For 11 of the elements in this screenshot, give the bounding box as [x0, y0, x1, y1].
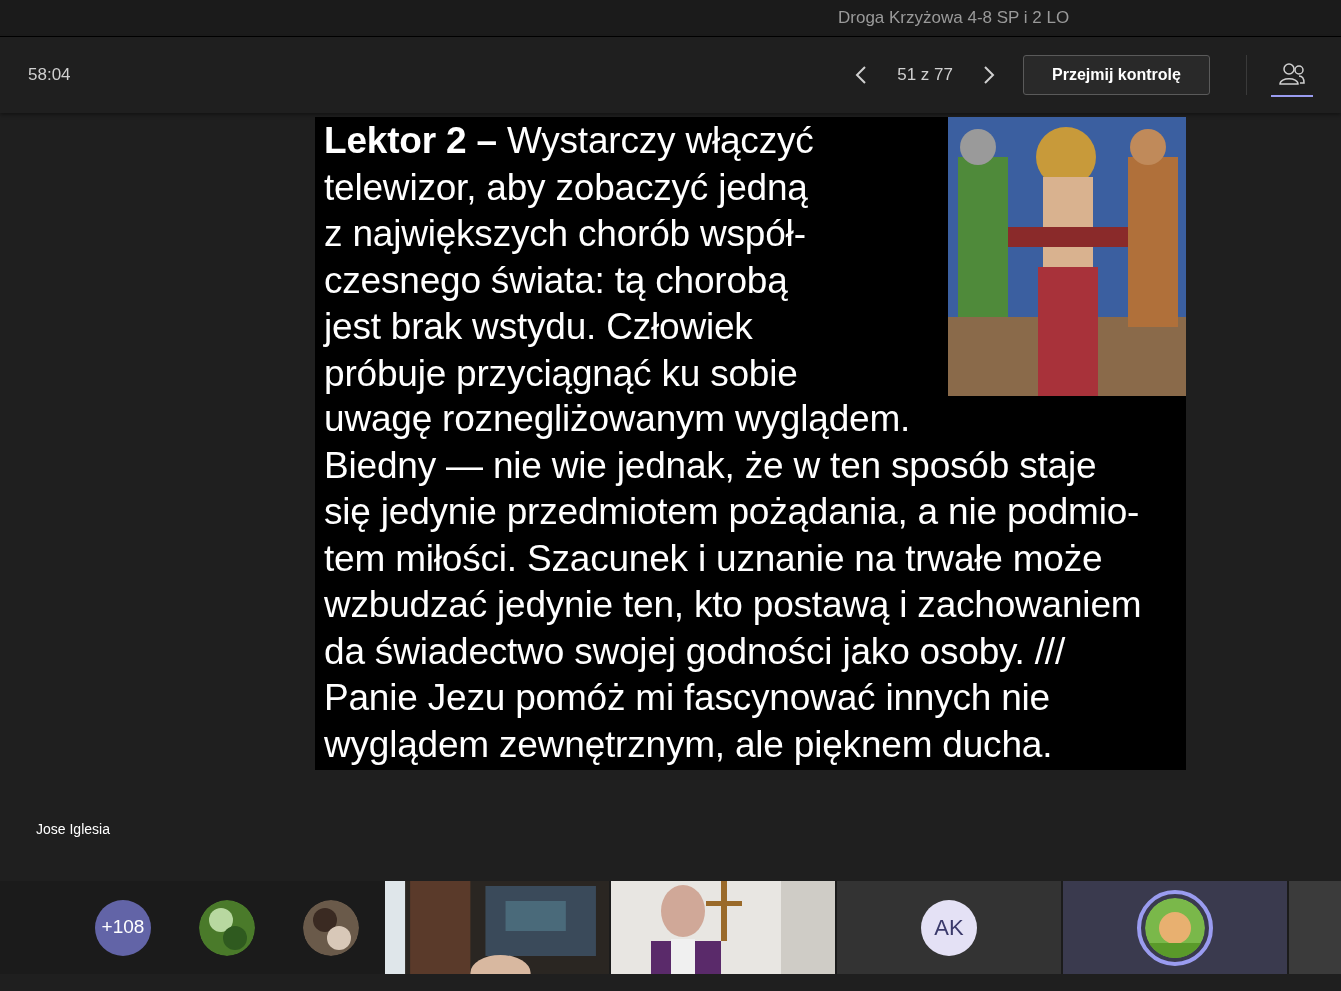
slide-text: uwagę roznegliżowanym wyglądem. Biedny — nie wie jednak, że w ten sposób staje się jedynie przedmiotem pożądania, a nie podmio- tem miłości. Szacunek i uznanie na trwałe może wzbudzać jedynie ten, kto postawą i zachowaniem da świadectwo swojej godności jako osoby. /// Panie Jezu pomóż mi fascynować innych nie wyglądem zewnętrznym, ale pięknem ducha.: [323, 397, 1143, 767]
chevron-right-icon: [983, 65, 995, 85]
chevron-left-icon: [855, 65, 868, 85]
presenter-name: Jose Iglesia: [36, 820, 110, 839]
meeting-timer: 58:04: [28, 64, 71, 87]
people-icon: [1279, 62, 1305, 86]
overflow-count-badge[interactable]: +108: [95, 899, 151, 956]
window-title: Droga Krzyżowa 4-8 SP i 2 LO: [838, 7, 1070, 30]
initials-avatar: AK: [921, 899, 977, 956]
slide-counter: 51 z 77: [897, 64, 953, 87]
take-control-button[interactable]: Przejmij kontrolę: [1023, 55, 1210, 95]
